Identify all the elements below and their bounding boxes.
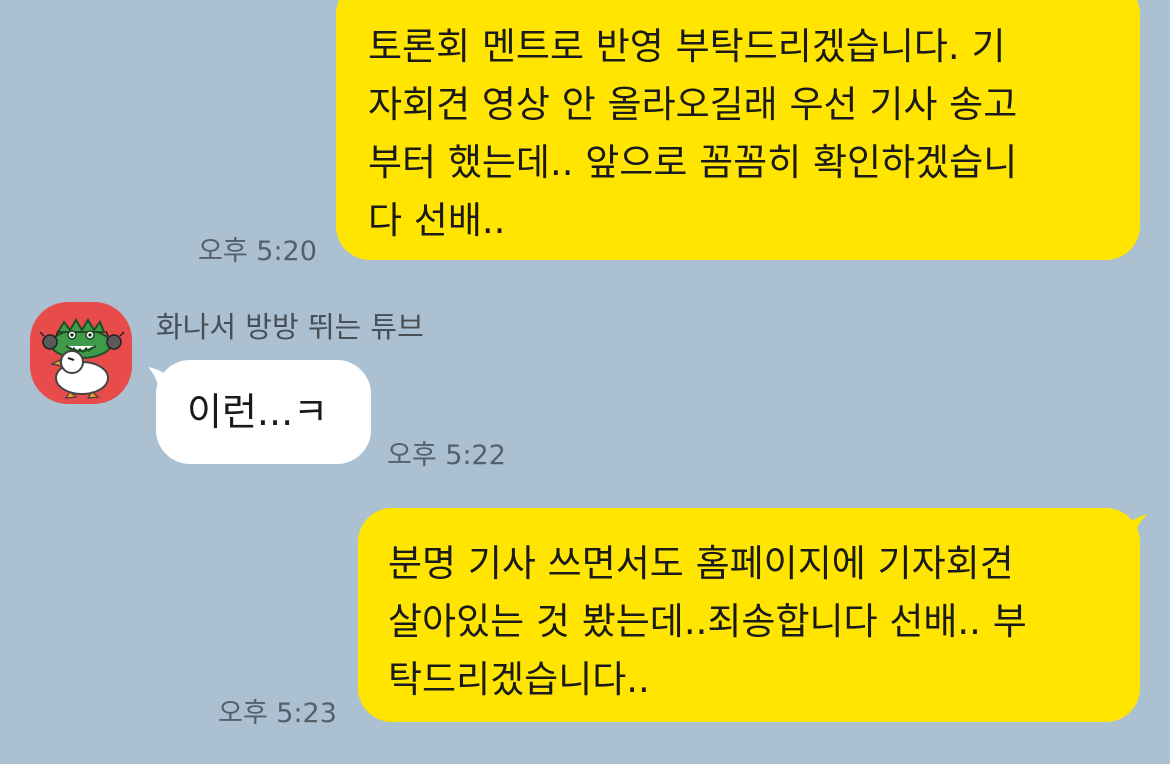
message-timestamp: 오후 5:22 <box>387 440 506 471</box>
sender-name: 화나서 방방 뛰는 튜브 <box>156 310 424 344</box>
sent-message-bubble[interactable]: 분명 기사 쓰면서도 홈페이지에 기자회견 살아있는 것 봤는데..죄송합니다 … <box>358 508 1140 722</box>
sender-avatar[interactable] <box>30 302 132 404</box>
angry-duck-tube-avatar-icon <box>39 318 125 399</box>
message-timestamp: 오후 5:23 <box>218 698 337 729</box>
received-message-bubble[interactable]: 이런...ㅋ <box>156 360 371 464</box>
message-timestamp: 오후 5:20 <box>198 236 317 267</box>
sent-message-bubble[interactable]: 토론회 멘트로 반영 부탁드리겠습니다. 기 자회견 영상 안 올라오길래 우선… <box>336 0 1140 260</box>
